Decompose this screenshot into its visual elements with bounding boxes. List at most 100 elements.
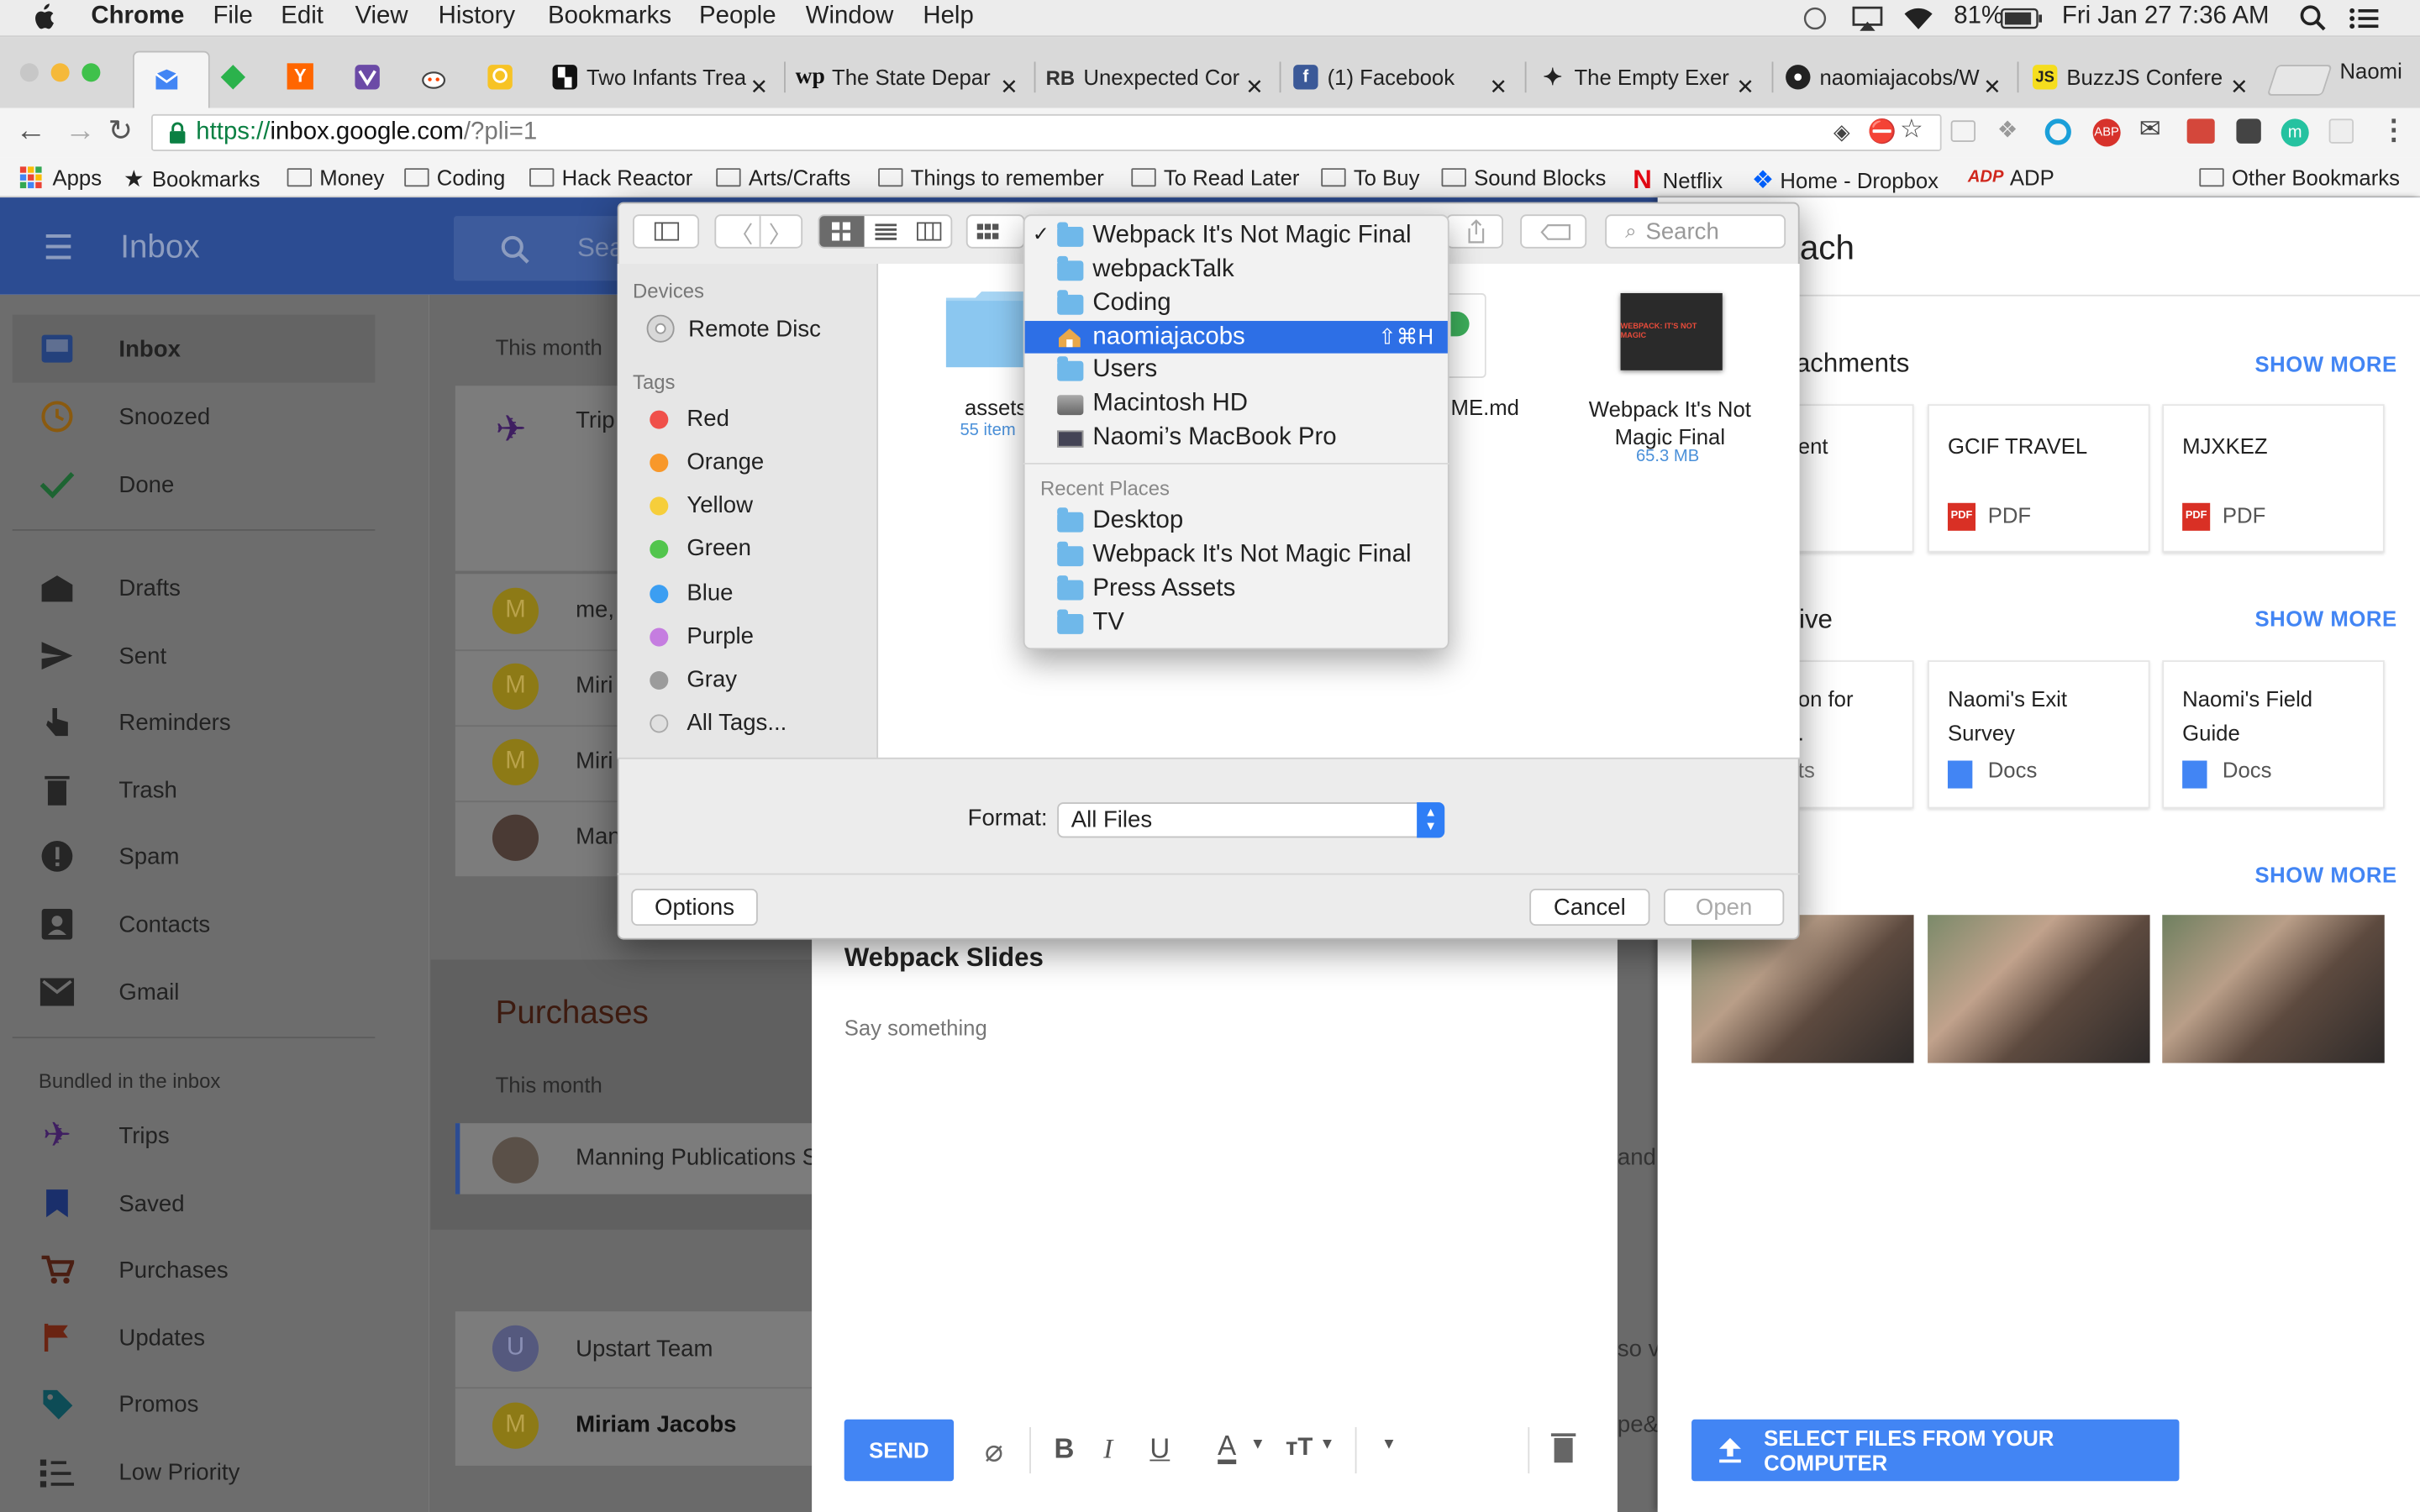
- path-item-coding[interactable]: Coding: [1057, 289, 1171, 318]
- tab-close-icon[interactable]: ✕: [1736, 63, 1754, 109]
- tag-green[interactable]: Green: [650, 535, 751, 562]
- tag-all-tags[interactable]: All Tags...: [650, 710, 786, 736]
- text-color-icon[interactable]: A: [1218, 1431, 1237, 1465]
- attach-icon[interactable]: ⌀: [985, 1431, 1003, 1470]
- tab-facebook[interactable]: f (1) Facebook: [1293, 54, 1455, 100]
- drive-card[interactable]: Naomi's Field Guide Docs: [2162, 660, 2385, 809]
- nav-sent[interactable]: Sent: [37, 638, 166, 672]
- nav-inbox[interactable]: Inbox: [37, 332, 181, 365]
- path-item-macbook[interactable]: Naomi’s MacBook Pro: [1057, 424, 1337, 452]
- forward-icon[interactable]: →: [65, 114, 96, 150]
- tab-close-icon[interactable]: ✕: [1983, 63, 2002, 109]
- bookmark-hack-reactor[interactable]: Hack Reactor: [529, 165, 692, 190]
- bookmark-to-read-later[interactable]: To Read Later: [1131, 165, 1299, 190]
- nav-spam[interactable]: Spam: [37, 839, 179, 873]
- window-close-button[interactable]: [18, 61, 111, 91]
- bookmark-to-buy[interactable]: To Buy: [1321, 165, 1419, 190]
- tab-close-icon[interactable]: ✕: [1489, 63, 1507, 109]
- path-item-users[interactable]: Users: [1057, 355, 1157, 384]
- menu-bookmarks[interactable]: Bookmarks: [548, 3, 671, 31]
- other-bookmarks[interactable]: Other Bookmarks: [2199, 165, 2400, 190]
- photo-thumbnail[interactable]: [1928, 915, 2150, 1063]
- reload-icon[interactable]: ↻: [108, 114, 133, 150]
- path-item-naomiajacobs[interactable]: naomiajacobs: [1057, 324, 1245, 352]
- menu-file[interactable]: File: [213, 3, 252, 31]
- bookmark-star-icon[interactable]: ☆: [1900, 114, 1923, 145]
- share-button[interactable]: [1446, 214, 1503, 249]
- nav-gmail[interactable]: Gmail: [37, 975, 179, 1009]
- path-item-webpacktalk[interactable]: webpackTalk: [1057, 255, 1234, 284]
- tag-red[interactable]: Red: [650, 406, 729, 432]
- bookmark-adp[interactable]: ADP ADP: [1968, 165, 2054, 190]
- adblock-icon[interactable]: ABP: [2092, 118, 2121, 147]
- open-button[interactable]: Open: [1664, 888, 1785, 927]
- send-button[interactable]: SEND: [844, 1419, 955, 1482]
- extension-square-icon[interactable]: [1950, 120, 1976, 142]
- wifi-icon[interactable]: [1902, 5, 1935, 40]
- menu-view[interactable]: View: [355, 3, 408, 31]
- menu-people[interactable]: People: [699, 3, 776, 31]
- path-item-macintosh-hd[interactable]: Macintosh HD: [1057, 391, 1248, 418]
- email-sender[interactable]: Manning Publications Su: [576, 1145, 830, 1171]
- email-sender[interactable]: Miriam Jacobs: [576, 1412, 736, 1438]
- nav-saved[interactable]: Saved: [37, 1186, 185, 1220]
- back-forward-buttons[interactable]: 〈〉: [714, 214, 803, 249]
- eye-icon[interactable]: ◈: [1833, 118, 1850, 144]
- tag-gray[interactable]: Gray: [650, 666, 737, 693]
- file-keynote-thumbnail[interactable]: WEBPACK: IT'S NOT MAGIC: [1620, 292, 1723, 370]
- airplay-icon[interactable]: [1850, 5, 1884, 40]
- tab-github[interactable]: ● naomiajacobs/W: [1786, 54, 1980, 100]
- nav-snoozed[interactable]: Snoozed: [37, 400, 210, 433]
- tag-yellow[interactable]: Yellow: [650, 492, 753, 518]
- address-bar[interactable]: https://inbox.google.com/?pli=1: [151, 113, 1942, 152]
- drive-card[interactable]: Naomi's Exit Survey Docs: [1928, 660, 2150, 809]
- bookmark-sound-blocks[interactable]: Sound Blocks: [1441, 165, 1606, 190]
- tab-pinned-bulb[interactable]: [487, 63, 514, 98]
- attachment-card[interactable]: GCIF TRAVEL PDF PDF: [1928, 404, 2150, 553]
- spotlight-search-icon[interactable]: [2300, 5, 2328, 40]
- dialog-search-field[interactable]: ⌕ Search: [1605, 214, 1786, 249]
- nav-contacts[interactable]: Contacts: [37, 907, 210, 941]
- file-assets[interactable]: [944, 288, 1034, 376]
- hamburger-menu-icon[interactable]: ☰: [43, 228, 73, 269]
- dropbox-extension-icon[interactable]: ❖: [1997, 116, 2018, 144]
- tab-close-icon[interactable]: ✕: [1245, 63, 1264, 109]
- bookmark-coding[interactable]: Coding: [404, 165, 505, 190]
- calendar-extension-icon[interactable]: [2186, 118, 2215, 144]
- tab-two-infants[interactable]: ▚ Two Infants Trea: [552, 54, 746, 100]
- new-tab-button[interactable]: [2266, 65, 2333, 96]
- tab-pinned-feedly[interactable]: [219, 63, 247, 98]
- menu-window[interactable]: Window: [806, 3, 894, 31]
- nav-trips[interactable]: ✈ Trips: [37, 1116, 170, 1154]
- chrome-menu-icon[interactable]: ⋮: [2380, 114, 2407, 147]
- tab-close-icon[interactable]: ✕: [1000, 63, 1018, 109]
- view-mode-switcher[interactable]: [818, 214, 953, 249]
- tab-pinned-hackernews[interactable]: Y: [287, 63, 313, 90]
- bookmark-things-to-remember[interactable]: Things to remember: [878, 165, 1104, 190]
- chevron-down-icon[interactable]: ▼: [1319, 1436, 1334, 1453]
- nav-updates[interactable]: Updates: [37, 1320, 205, 1354]
- profile-name[interactable]: Naomi: [2339, 59, 2402, 83]
- mail-check-icon[interactable]: ✉: [2139, 114, 2161, 145]
- tab-pinned-dog[interactable]: [354, 63, 381, 98]
- inbox-search-box[interactable]: Sea: [454, 216, 624, 281]
- extension-ring-icon[interactable]: [2044, 118, 2071, 145]
- apple-menu-icon[interactable]: [31, 3, 55, 39]
- menu-history[interactable]: History: [439, 3, 515, 31]
- bookmark-dropbox[interactable]: ❖ Home - Dropbox: [1752, 165, 1939, 197]
- arrange-button[interactable]: [965, 214, 1025, 249]
- recent-webpack-final[interactable]: Webpack It's Not Magic Final: [1057, 540, 1411, 570]
- tags-button[interactable]: [1520, 214, 1587, 249]
- nav-promos[interactable]: Promos: [37, 1387, 198, 1420]
- email-sender[interactable]: me,: [576, 597, 614, 623]
- recent-desktop[interactable]: Desktop: [1057, 507, 1183, 535]
- recent-press-assets[interactable]: Press Assets: [1057, 575, 1235, 603]
- options-button[interactable]: Options: [631, 888, 758, 927]
- more-options-icon[interactable]: ▼: [1381, 1436, 1397, 1453]
- m-extension-icon[interactable]: m: [2281, 118, 2309, 147]
- select-files-button[interactable]: SELECT FILES FROM YOUR COMPUTER: [1691, 1419, 2180, 1482]
- text-size-icon[interactable]: ᴛT: [1286, 1435, 1313, 1462]
- compose-body[interactable]: Say something: [844, 1016, 987, 1040]
- bookmark-apps[interactable]: Apps: [18, 165, 102, 190]
- sidebar-toggle-button[interactable]: [633, 214, 700, 249]
